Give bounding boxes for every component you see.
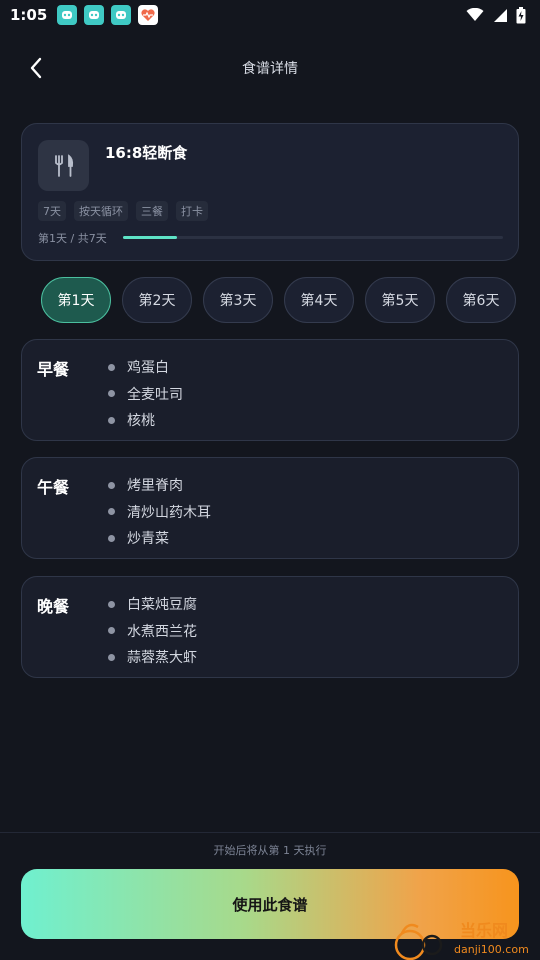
meal-item-label: 清炒山药木耳: [127, 504, 211, 521]
bullet-icon: [108, 627, 115, 635]
battery-icon: [516, 6, 526, 24]
meal-item-label: 水煮西兰花: [127, 623, 197, 640]
signal-icon: [492, 8, 508, 23]
list-item: 全麦吐司: [108, 381, 183, 408]
list-item: 核桃: [108, 407, 183, 434]
tab-day-5[interactable]: 第5天: [365, 277, 435, 323]
meal-title: 早餐: [37, 360, 70, 379]
meal-item-label: 蒜蓉蒸大虾: [127, 650, 197, 667]
app-notification-icon: [84, 5, 105, 25]
fork-knife-icon: [38, 140, 89, 191]
plan-tags: 7天 按天循环 三餐 打卡: [38, 201, 208, 221]
list-item: 蒜蓉蒸大虾: [108, 644, 197, 671]
wifi-icon: [466, 8, 484, 22]
start-hint: 开始后将从第 1 天执行: [213, 844, 327, 857]
meal-item-list: 白菜炖豆腐 水煮西兰花 蒜蓉蒸大虾: [108, 591, 197, 671]
tab-day-4[interactable]: 第4天: [284, 277, 354, 323]
footer-divider: [0, 832, 540, 833]
app-notification-icon: [111, 5, 132, 25]
status-bar: 1:05: [0, 0, 540, 30]
bullet-icon: [108, 416, 115, 424]
meal-item-label: 核桃: [127, 413, 155, 430]
meal-card-breakfast: 早餐 鸡蛋白 全麦吐司 核桃: [21, 339, 519, 441]
tab-day-2[interactable]: 第2天: [122, 277, 192, 323]
bullet-icon: [108, 653, 115, 661]
bullet-icon: [108, 508, 115, 516]
plan-tag: 按天循环: [74, 201, 128, 221]
watermark-logo: 当乐网 danji100.com: [388, 915, 540, 960]
watermark-url: danji100.com: [454, 943, 529, 956]
header: 食谱详情: [0, 40, 540, 96]
bullet-icon: [108, 600, 115, 608]
meal-item-list: 烤里脊肉 清炒山药木耳 炒青菜: [108, 472, 211, 552]
meal-item-label: 炒青菜: [127, 531, 169, 548]
list-item: 炒青菜: [108, 525, 211, 552]
list-item: 烤里脊肉: [108, 472, 211, 499]
list-item: 鸡蛋白: [108, 354, 183, 381]
plan-tag: 7天: [38, 201, 66, 221]
plan-tag: 打卡: [176, 201, 208, 221]
app-notification-icon: [57, 5, 78, 25]
bullet-icon: [108, 534, 115, 542]
meal-title: 午餐: [37, 478, 70, 497]
health-app-icon: [138, 5, 159, 25]
meal-card-dinner: 晚餐 白菜炖豆腐 水煮西兰花 蒜蓉蒸大虾: [21, 576, 519, 678]
plan-name: 16:8轻断食: [105, 144, 188, 162]
bullet-icon: [108, 481, 115, 489]
plan-card: 16:8轻断食 7天 按天循环 三餐 打卡 第1天 / 共7天: [21, 123, 519, 261]
watermark-mascot-icon: [394, 923, 443, 960]
bullet-icon: [108, 363, 115, 371]
meal-item-label: 烤里脊肉: [127, 478, 183, 495]
meal-card-lunch: 午餐 烤里脊肉 清炒山药木耳 炒青菜: [21, 457, 519, 559]
list-item: 清炒山药木耳: [108, 499, 211, 526]
progress-label: 第1天 / 共7天: [38, 232, 107, 245]
page-title: 食谱详情: [242, 61, 298, 77]
tab-day-3[interactable]: 第3天: [203, 277, 273, 323]
meal-item-label: 鸡蛋白: [127, 360, 169, 377]
status-time: 1:05: [10, 6, 48, 24]
progress-bar: [123, 236, 503, 239]
tab-day-1[interactable]: 第1天: [41, 277, 111, 323]
bullet-icon: [108, 390, 115, 398]
list-item: 白菜炖豆腐: [108, 591, 197, 618]
meal-item-label: 白菜炖豆腐: [127, 597, 197, 614]
plan-tag: 三餐: [136, 201, 168, 221]
day-tabs: 第1天 第2天 第3天 第4天 第5天 第6天: [41, 277, 516, 323]
watermark-text: 当乐网: [460, 921, 509, 940]
tab-day-6[interactable]: 第6天: [446, 277, 516, 323]
meal-item-list: 鸡蛋白 全麦吐司 核桃: [108, 354, 183, 434]
list-item: 水煮西兰花: [108, 618, 197, 645]
progress-fill: [123, 236, 178, 239]
meal-title: 晚餐: [37, 597, 70, 616]
meal-item-label: 全麦吐司: [127, 386, 183, 403]
